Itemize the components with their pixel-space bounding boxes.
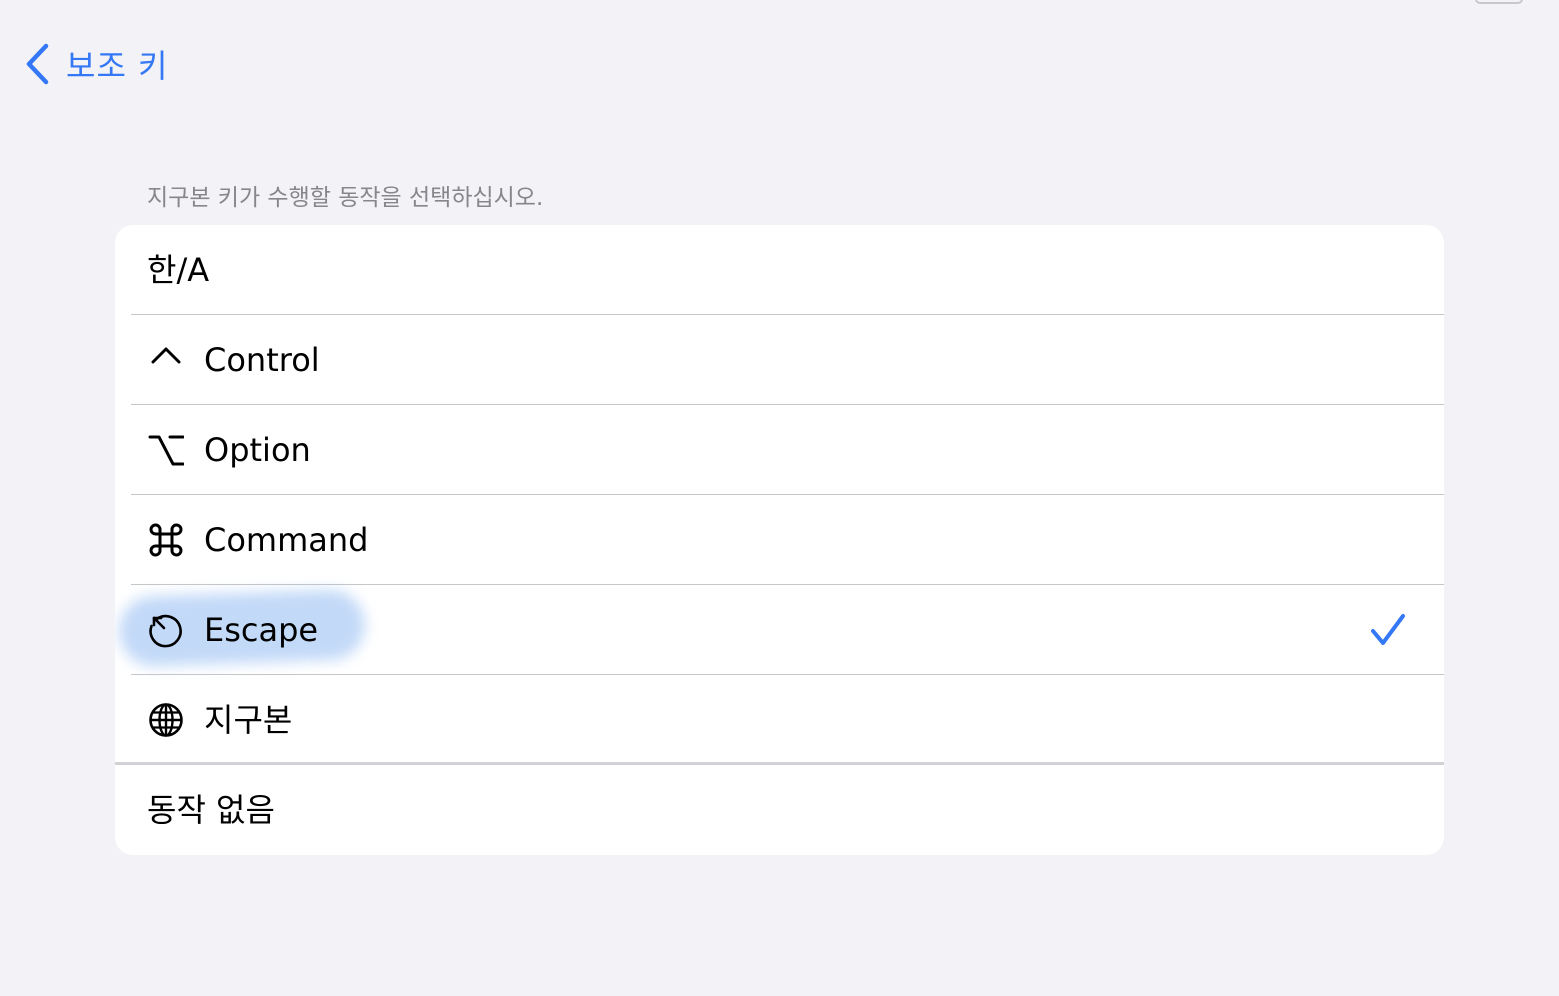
option-row-hangul-a[interactable]: 한/A	[115, 225, 1444, 315]
option-row-control[interactable]: Control	[115, 315, 1444, 405]
command-key-icon	[148, 522, 184, 558]
option-key-icon	[148, 432, 184, 468]
option-row-globe[interactable]: 지구본	[115, 675, 1444, 765]
option-row-no-action[interactable]: 동작 없음	[115, 765, 1444, 855]
back-button[interactable]: 보조 키	[24, 40, 169, 88]
globe-icon	[148, 702, 184, 738]
chevron-left-icon	[24, 43, 50, 85]
option-label: Escape	[204, 611, 319, 649]
option-label: 동작 없음	[147, 791, 275, 829]
option-row-escape[interactable]: Escape	[115, 585, 1444, 675]
option-row-option[interactable]: Option	[115, 405, 1444, 495]
option-row-command[interactable]: Command	[115, 495, 1444, 585]
globe-key-action-list: 한/A Control Option Command Escape 지구본 동작…	[115, 225, 1444, 855]
option-label: Command	[204, 521, 369, 559]
control-caret-icon	[148, 342, 184, 378]
option-label: Control	[204, 341, 320, 379]
option-label: 한/A	[147, 251, 210, 289]
section-header: 지구본 키가 수행할 동작을 선택하십시오.	[147, 185, 544, 211]
option-label: 지구본	[204, 701, 293, 739]
status-bar-indicator	[1475, 0, 1523, 4]
checkmark-icon	[1370, 613, 1406, 647]
back-button-label: 보조 키	[66, 47, 169, 85]
option-label: Option	[204, 431, 311, 469]
escape-key-icon	[148, 612, 184, 648]
